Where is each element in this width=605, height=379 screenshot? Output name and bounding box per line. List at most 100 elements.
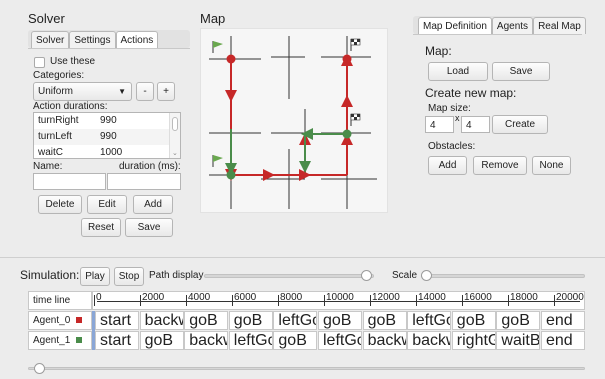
timeline-action-cell[interactable]: backw...: [407, 331, 452, 350]
timeline-action-cell[interactable]: start: [95, 331, 139, 350]
timeline-scroll-track[interactable]: [28, 367, 585, 370]
scrollbar-thumb[interactable]: [172, 117, 178, 131]
list-item[interactable]: waitC 1000: [34, 145, 180, 158]
durations-list[interactable]: turnRight 990 turnLeft 990 waitC 1000 ⌄: [33, 112, 181, 159]
tab-map-definition[interactable]: Map Definition: [418, 17, 492, 34]
timeline-action-cell[interactable]: end: [541, 311, 585, 330]
timeline-action-cell[interactable]: start: [95, 311, 139, 330]
timeline-action-cell[interactable]: backw...: [184, 331, 229, 350]
timeline-action-cell[interactable]: leftGo: [318, 331, 362, 350]
category-plus-button[interactable]: +: [157, 82, 175, 101]
ruler-tick-label: 6000: [234, 292, 257, 303]
ruler-tick-label: 0: [96, 292, 102, 303]
map-size-y-input[interactable]: 4: [461, 116, 490, 133]
action-durations-label: Action durations:: [33, 101, 108, 112]
tab-solver[interactable]: Solver: [31, 31, 70, 48]
path-display-slider[interactable]: [204, 274, 374, 278]
agent-1-label[interactable]: Agent_1: [28, 331, 92, 350]
timeline-action-cell[interactable]: leftGo: [228, 331, 273, 350]
map-grid[interactable]: [201, 29, 389, 214]
timeline-action-cell[interactable]: goB: [318, 311, 362, 330]
create-map-button[interactable]: Create: [492, 115, 548, 134]
action-duration-input[interactable]: [107, 173, 181, 190]
agent-0-marker[interactable]: [226, 54, 236, 64]
none-obstacles-button[interactable]: None: [532, 156, 571, 175]
scale-slider-knob[interactable]: [421, 270, 432, 281]
timeline-scroll-knob[interactable]: [34, 363, 45, 374]
agent-1-marker[interactable]: [342, 129, 352, 139]
tab-agents[interactable]: Agents: [491, 17, 534, 34]
add-obstacle-button[interactable]: Add: [428, 156, 467, 175]
ruler-tick-label: 14000: [418, 292, 446, 303]
timeline-action-cell[interactable]: goB: [184, 311, 229, 330]
save-actions-button[interactable]: Save: [125, 218, 173, 237]
solver-tabs: Solver Settings Actions: [31, 31, 159, 48]
chevron-down-icon[interactable]: ⌄: [172, 149, 178, 157]
timeline-action-cell[interactable]: rightGo: [451, 331, 496, 350]
agent-0-label[interactable]: Agent_0: [28, 311, 92, 330]
timeline-action-cell[interactable]: waitB: [496, 331, 541, 350]
save-map-button[interactable]: Save: [492, 62, 550, 81]
agent-1-name: Agent_1: [33, 335, 71, 346]
use-these-checkbox[interactable]: [34, 57, 45, 68]
timeline-action-cell[interactable]: backw...: [139, 311, 184, 330]
duration-value: 1000: [100, 147, 123, 158]
tab-settings[interactable]: Settings: [69, 31, 116, 48]
play-button[interactable]: Play: [80, 267, 110, 286]
timeline-action-cell[interactable]: goB: [496, 311, 541, 330]
scale-slider[interactable]: [421, 274, 585, 278]
agent-1-start-marker[interactable]: [226, 170, 236, 180]
list-scrollbar[interactable]: ⌄: [169, 113, 180, 158]
timeline-action-cell[interactable]: goB: [228, 311, 273, 330]
edit-button[interactable]: Edit: [87, 195, 127, 214]
timeline-header: time line: [28, 291, 92, 310]
solver-title: Solver: [28, 11, 65, 26]
ruler-tick-label: 4000: [188, 292, 211, 303]
simulation-label: Simulation:: [20, 268, 80, 282]
timeline-action-cell[interactable]: backw...: [362, 331, 407, 350]
agent-0-name: Agent_0: [33, 315, 71, 326]
timeline-action-cell[interactable]: end: [541, 331, 585, 350]
map-size-x-input[interactable]: 4: [425, 116, 454, 133]
agent-1-color-swatch: [76, 337, 83, 343]
timeline-action-cell[interactable]: goB: [139, 331, 184, 350]
map-canvas[interactable]: [200, 28, 388, 213]
map-title: Map: [200, 11, 226, 26]
timeline-action-cell[interactable]: goB: [362, 311, 407, 330]
name-label: Name:: [33, 161, 63, 172]
ruler-tick: [94, 295, 95, 306]
load-map-button[interactable]: Load: [428, 62, 488, 81]
timeline-action-cell[interactable]: leftGo: [407, 311, 452, 330]
tab-actions[interactable]: Actions: [115, 31, 159, 48]
action-name-input[interactable]: [33, 173, 106, 190]
categories-label: Categories:: [33, 70, 85, 81]
ruler-tick-label: 20000: [556, 292, 584, 303]
map-heading: Map:: [425, 44, 452, 58]
timeline-action-cell[interactable]: goB: [273, 331, 318, 350]
timeline-action-cell[interactable]: leftGo: [273, 311, 318, 330]
ruler-tick: [462, 295, 463, 306]
reset-button[interactable]: Reset: [81, 218, 121, 237]
list-item[interactable]: turnLeft 990: [34, 129, 180, 145]
ruler-tick-label: 18000: [510, 292, 538, 303]
duration-value: 990: [100, 115, 117, 126]
tab-real-map[interactable]: Real Map: [533, 17, 586, 34]
ruler-tick-label: 12000: [372, 292, 400, 303]
category-minus-button[interactable]: -: [136, 82, 154, 101]
stop-button[interactable]: Stop: [114, 267, 144, 286]
map-size-separator: x: [455, 113, 460, 123]
section-divider: [0, 257, 605, 258]
path-display-slider-knob[interactable]: [361, 270, 373, 281]
remove-obstacle-button[interactable]: Remove: [473, 156, 527, 175]
agent-0-goal-marker[interactable]: [342, 54, 352, 64]
ruler-tick: [370, 295, 371, 306]
delete-button[interactable]: Delete: [38, 195, 82, 214]
category-select[interactable]: Uniform ▼: [33, 82, 132, 101]
add-action-button[interactable]: Add: [133, 195, 173, 214]
checkered-flag-icon: [350, 38, 361, 51]
agent-0-color-swatch: [76, 317, 83, 323]
ruler-tick: [324, 295, 325, 306]
timeline-action-cell[interactable]: goB: [451, 311, 496, 330]
chevron-down-icon: ▼: [118, 87, 126, 96]
list-item[interactable]: turnRight 990: [34, 113, 180, 129]
